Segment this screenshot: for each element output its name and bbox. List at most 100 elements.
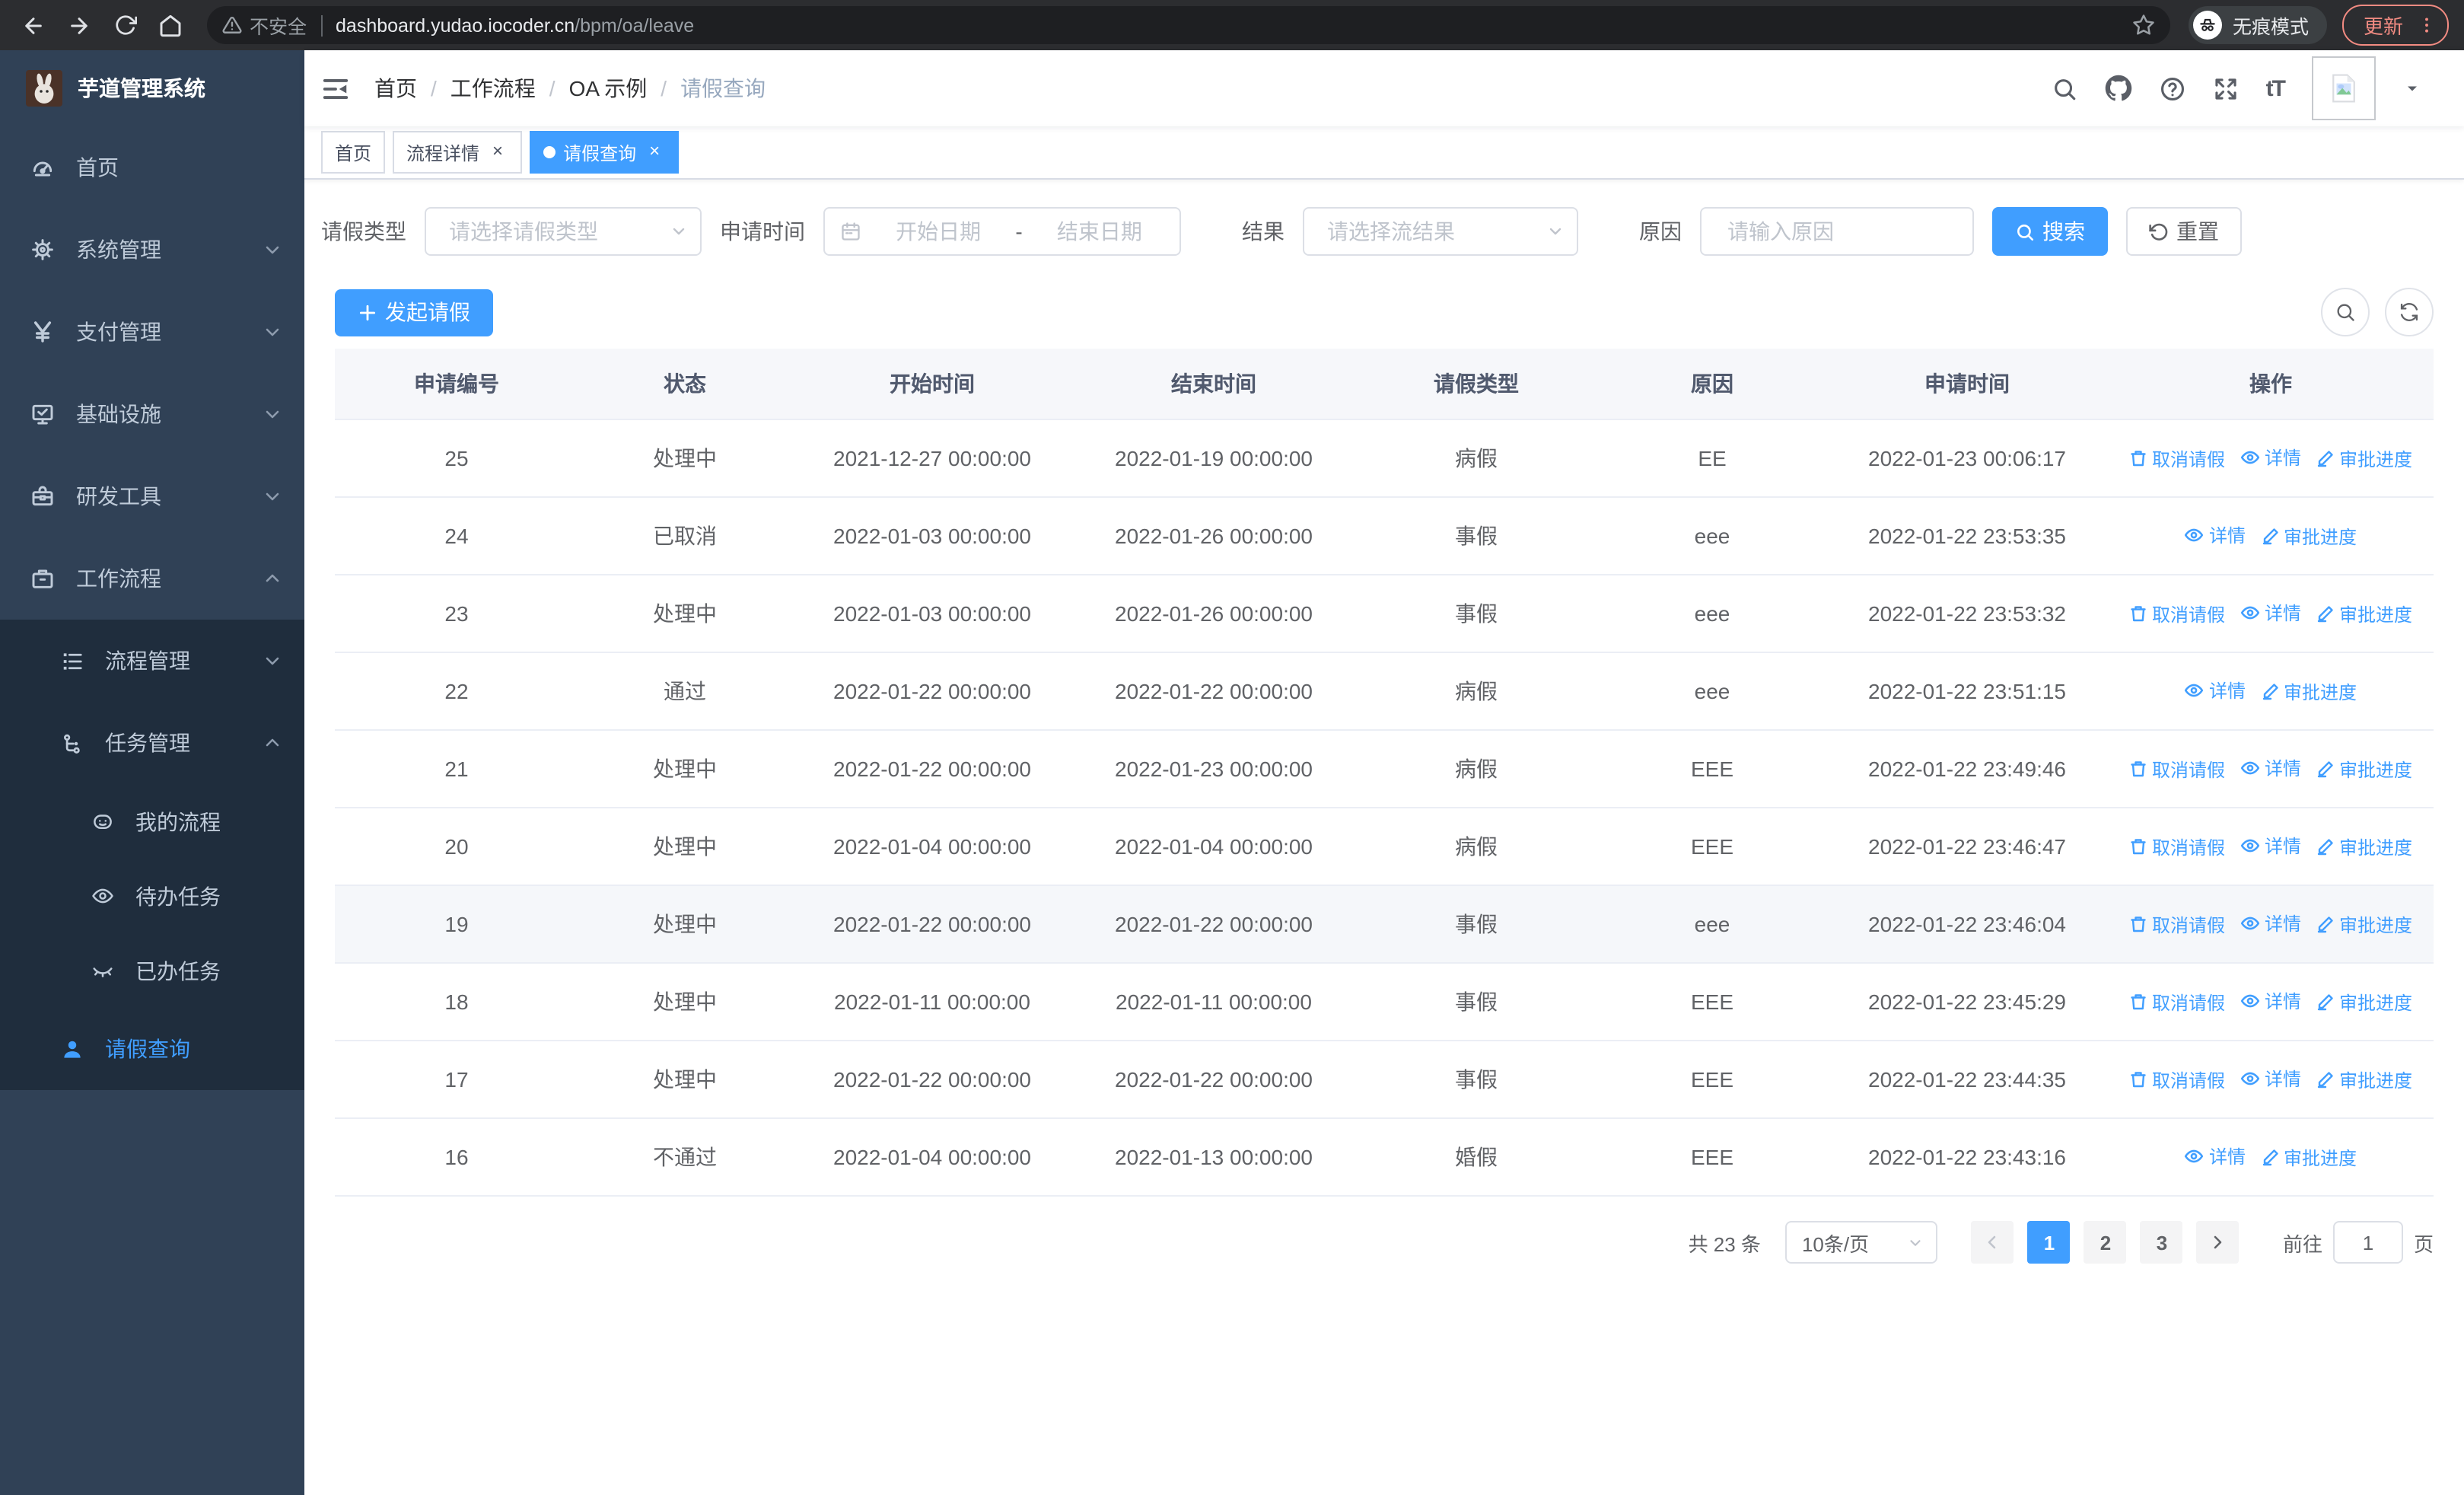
cell-apply_time: 2022-01-22 23:46:47 [1826,808,2108,886]
security-label: 不安全 [250,17,307,38]
search-icon[interactable] [2052,75,2077,101]
sidebar-item-payment[interactable]: 支付管理 [0,291,304,373]
date-end-input[interactable]: 结束日期 [1035,216,1164,247]
bookmark-star-icon[interactable] [2132,14,2155,37]
github-icon[interactable] [2105,75,2132,102]
breadcrumb: 首页 / 工作流程 / OA 示例 / 请假查询 [374,73,766,104]
cell-type: 婚假 [1355,1118,1598,1197]
update-button[interactable]: 更新 [2341,5,2449,46]
create-leave-button[interactable]: 发起请假 [335,288,493,336]
action-progress-link[interactable]: 审批进度 [2261,523,2357,549]
goto-page-input[interactable] [2332,1221,2403,1264]
reset-button[interactable]: 重置 [2126,207,2242,256]
action-progress-link[interactable]: 审批进度 [2316,1066,2412,1092]
fullscreen-icon[interactable] [2213,75,2239,101]
font-size-icon[interactable]: tT [2266,75,2286,101]
close-icon[interactable]: × [487,141,508,163]
sidebar-item-my-process[interactable]: 我的流程 [0,784,304,859]
action-cancel-link[interactable]: 取消请假 [2129,445,2225,471]
back-button[interactable] [15,7,52,43]
action-detail-link[interactable]: 详情 [2240,910,2301,936]
action-detail-link[interactable]: 详情 [2240,755,2301,781]
action-detail-link[interactable]: 详情 [2240,988,2301,1014]
avatar[interactable] [2312,56,2376,120]
table-row: 18 处理中 2022-01-11 00:00:00 2022-01-11 00:00… [335,963,2434,1041]
page-size-select[interactable]: 10条/页 [1784,1221,1937,1264]
page-button-1[interactable]: 1 [2027,1221,2071,1264]
chevron-down-icon [1910,1239,1921,1245]
action-detail-link[interactable]: 详情 [2185,1143,2246,1169]
cell-apply_time: 2022-01-22 23:53:32 [1826,575,2108,653]
sidebar-item-todo-tasks[interactable]: 待办任务 [0,859,304,933]
table-row: 24 已取消 2022-01-03 00:00:00 2022-01-26 00:00… [335,497,2434,575]
trash-icon [2131,1072,2146,1088]
url-bar[interactable]: 不安全 dashboard.yudao.iocoder.cn/bpm/oa/le… [207,6,2170,44]
cell-type: 事假 [1355,963,1598,1041]
action-cancel-link[interactable]: 取消请假 [2129,911,2225,937]
action-cancel-link[interactable]: 取消请假 [2129,756,2225,782]
search-button[interactable]: 搜索 [1992,207,2108,256]
sidebar-item-task-mgmt[interactable]: 任务管理 [0,702,304,784]
action-progress-link[interactable]: 审批进度 [2316,601,2412,626]
sidebar-item-process-mgmt[interactable]: 流程管理 [0,620,304,702]
date-start-input[interactable]: 开始日期 [874,216,1003,247]
sidebar-item-home[interactable]: 首页 [0,126,304,209]
page-button-3[interactable]: 3 [2140,1221,2183,1264]
kebab-menu-icon[interactable] [2417,15,2437,35]
cell-end: 2022-01-13 00:00:00 [1073,1118,1355,1197]
filter-form: 请假类型 请选择请假类型 申请时间 开始日期 - 结束日期 结果 请选择流结果 … [321,207,2447,256]
show-search-button[interactable] [2321,288,2370,336]
action-detail-link[interactable]: 详情 [2240,833,2301,859]
forward-button[interactable] [61,7,97,43]
sidebar-item-devtools[interactable]: 研发工具 [0,455,304,537]
caret-down-icon[interactable] [2403,79,2421,97]
sidebar-item-done-tasks[interactable]: 已办任务 [0,933,304,1008]
action-progress-link[interactable]: 审批进度 [2261,1144,2357,1170]
action-progress-link[interactable]: 审批进度 [2316,834,2412,859]
next-page-button[interactable] [2196,1221,2240,1264]
action-detail-link[interactable]: 详情 [2185,522,2246,548]
action-progress-link[interactable]: 审批进度 [2316,989,2412,1015]
result-select[interactable]: 请选择流结果 [1303,207,1578,256]
pagination: 共 23 条 10条/页 1 2 3 前往 页 [335,1221,2434,1264]
chevron-down-icon [673,228,685,235]
breadcrumb-home[interactable]: 首页 [374,73,417,104]
action-cancel-link[interactable]: 取消请假 [2129,601,2225,626]
breadcrumb-workflow[interactable]: 工作流程 [450,73,536,104]
close-icon[interactable]: × [644,141,665,163]
cell-end: 2022-01-26 00:00:00 [1073,575,1355,653]
sidebar-item-infrastructure[interactable]: 基础设施 [0,373,304,455]
help-icon[interactable] [2160,75,2185,101]
incognito-badge: 无痕模式 [2188,6,2327,44]
sidebar-item-workflow[interactable]: 工作流程 [0,537,304,620]
leave-type-select[interactable]: 请选择请假类型 [425,207,702,256]
gear-icon [32,239,53,260]
cell-id: 22 [335,652,578,731]
action-cancel-link[interactable]: 取消请假 [2129,834,2225,859]
reason-input[interactable] [1724,218,1950,245]
page-button-2[interactable]: 2 [2084,1221,2127,1264]
action-progress-link[interactable]: 审批进度 [2316,911,2412,937]
sidebar-item-system[interactable]: 系统管理 [0,209,304,291]
eye-icon [92,888,113,904]
tab-process-detail[interactable]: 流程详情 × [393,131,523,174]
action-progress-link[interactable]: 审批进度 [2316,756,2412,782]
breadcrumb-oa-example[interactable]: OA 示例 [569,73,648,104]
apply-time-range-picker[interactable]: 开始日期 - 结束日期 [823,207,1181,256]
action-detail-link[interactable]: 详情 [2240,1066,2301,1092]
reload-button[interactable] [107,7,143,43]
action-detail-link[interactable]: 详情 [2240,445,2301,470]
sidebar-item-leave-query[interactable]: 请假查询 [0,1008,304,1090]
tab-leave-query[interactable]: 请假查询 × [530,131,680,174]
action-detail-link[interactable]: 详情 [2185,677,2246,703]
action-progress-link[interactable]: 审批进度 [2261,678,2357,704]
action-detail-link[interactable]: 详情 [2240,600,2301,626]
action-cancel-link[interactable]: 取消请假 [2129,1066,2225,1092]
fold-sidebar-icon[interactable] [321,74,350,103]
action-cancel-link[interactable]: 取消请假 [2129,989,2225,1015]
tab-home[interactable]: 首页 [321,131,386,174]
action-progress-link[interactable]: 审批进度 [2316,445,2412,471]
refresh-table-button[interactable] [2385,288,2434,336]
home-button[interactable] [152,7,189,43]
prev-page-button[interactable] [1971,1221,2014,1264]
